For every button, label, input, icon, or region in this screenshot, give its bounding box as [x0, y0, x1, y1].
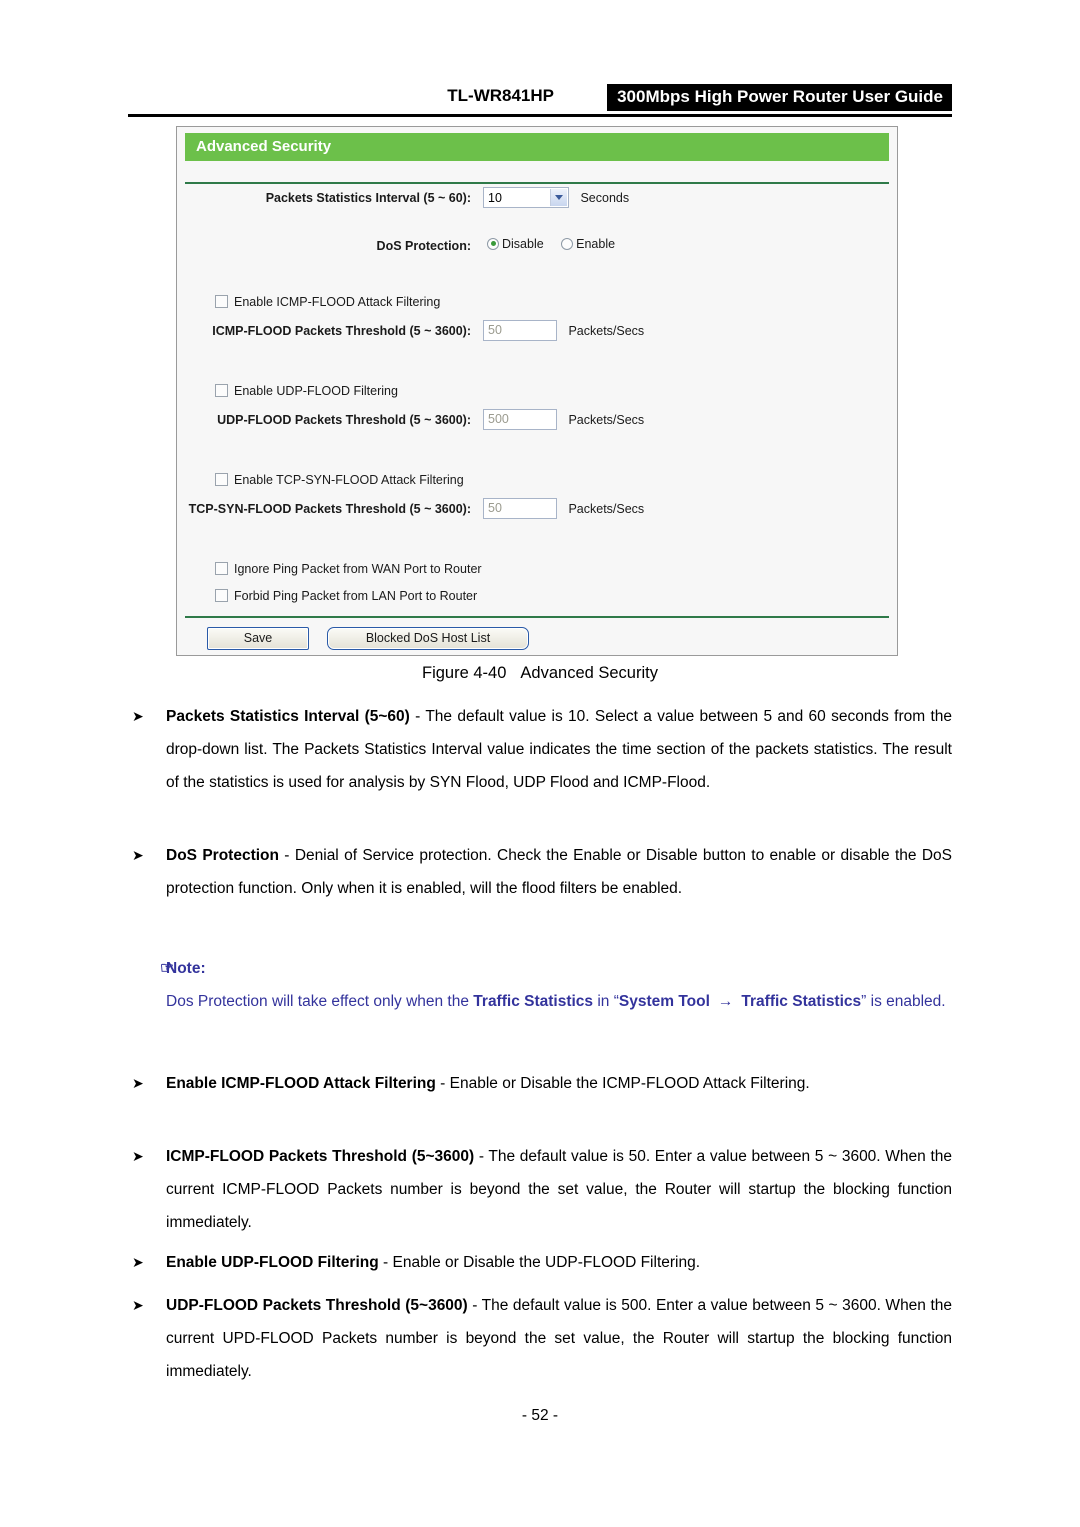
icmp-packets-secs-unit: Packets/Secs	[568, 323, 645, 338]
dos-protection-control: Disable Enable	[487, 235, 628, 253]
packets-statistics-interval-row: Packets Statistics Interval (5 ~ 60): 10…	[177, 187, 897, 235]
bullet-arrow-icon: ➤	[132, 1075, 144, 1091]
packets-statistics-interval-select[interactable]: 10	[483, 187, 569, 208]
forbid-ping-lan-label: Forbid Ping Packet from LAN Port to Rout…	[234, 589, 478, 603]
bullet-arrow-icon: ➤	[132, 708, 144, 724]
bullet-packets-statistics-interval: ➤ Packets Statistics Interval (5~60) - Th…	[128, 700, 952, 799]
icmp-flood-threshold-input[interactable]: 50	[483, 320, 557, 341]
packets-statistics-interval-label: Packets Statistics Interval (5 ~ 60):	[265, 191, 471, 205]
bullet-dash: -	[435, 1075, 450, 1092]
dos-protection-label: DoS Protection:	[376, 239, 471, 253]
tcp-syn-flood-threshold-row: TCP-SYN-FLOOD Packets Threshold (5 ~ 360…	[177, 498, 897, 540]
note-heading: ☞ Note:	[128, 952, 952, 985]
bullet-text: Enable or Disable the UDP-FLOOD Filterin…	[392, 1254, 701, 1271]
checkbox-enable-udp-flood[interactable]	[215, 384, 228, 397]
action-button-bar: Save Blocked DoS Host List	[207, 627, 529, 650]
enable-udp-flood-label: Enable UDP-FLOOD Filtering	[234, 384, 398, 398]
bullet-udp-threshold: ➤ UDP-FLOOD Packets Threshold (5~3600) - …	[128, 1289, 952, 1388]
panel-title-advanced-security: Advanced Security	[185, 133, 889, 161]
ignore-ping-wan-label: Ignore Ping Packet from WAN Port to Rout…	[234, 562, 482, 576]
header-rule	[128, 114, 952, 117]
enable-icmp-flood-label: Enable ICMP-FLOOD Attack Filtering	[234, 295, 441, 309]
tcp-syn-flood-threshold-input[interactable]: 50	[483, 498, 557, 519]
bullet-term: UDP-FLOOD Packets Threshold (5~3600)	[166, 1297, 468, 1314]
checkbox-ignore-ping-wan[interactable]	[215, 562, 228, 575]
forbid-ping-lan-row[interactable]: Forbid Ping Packet from LAN Port to Rout…	[177, 587, 897, 614]
udp-flood-threshold-row: UDP-FLOOD Packets Threshold (5 ~ 3600): …	[177, 409, 897, 451]
tcp-packets-secs-unit: Packets/Secs	[568, 501, 645, 516]
bullet-arrow-icon: ➤	[132, 847, 144, 863]
bullet-term: Enable ICMP-FLOOD Attack Filtering	[166, 1075, 436, 1092]
udp-flood-threshold-input[interactable]: 500	[483, 409, 557, 430]
note-body: Dos Protection will take effect only whe…	[128, 985, 952, 1018]
bullet-arrow-icon: ➤	[132, 1297, 144, 1313]
udp-flood-threshold-control: 500 Packets/Secs	[483, 409, 644, 430]
radio-disable[interactable]	[487, 237, 499, 250]
dos-protection-row: DoS Protection: Disable Enable	[177, 235, 897, 281]
pointing-hand-icon: ☞	[160, 960, 174, 977]
figure-title: Advanced Security	[520, 664, 658, 682]
checkbox-forbid-ping-lan[interactable]	[215, 589, 228, 602]
router-ui-screenshot: Advanced Security Packets Statistics Int…	[176, 126, 898, 656]
header-model-name: TL-WR841HP	[447, 86, 554, 105]
blocked-dos-host-list-button[interactable]: Blocked DoS Host List	[327, 627, 529, 650]
panel-bottom-divider	[185, 616, 889, 618]
seconds-unit-label: Seconds	[580, 190, 630, 205]
bullet-dos-protection: ➤ DoS Protection - Denial of Service prot…	[128, 839, 952, 905]
icmp-flood-threshold-control: 50 Packets/Secs	[483, 320, 644, 341]
enable-tcp-syn-flood-row[interactable]: Enable TCP-SYN-FLOOD Attack Filtering	[177, 471, 897, 498]
tcp-syn-flood-threshold-control: 50 Packets/Secs	[483, 498, 644, 519]
note-block: ☞ Note: Dos Protection will take effect o…	[128, 952, 952, 1018]
bullet-enable-icmp-flood: ➤ Enable ICMP-FLOOD Attack Filtering - En…	[128, 1067, 952, 1100]
note-bold-traffic-statistics-2: Traffic Statistics	[741, 993, 862, 1010]
select-value: 10	[488, 191, 502, 205]
radio-enable-label: Enable	[576, 236, 616, 251]
tcp-syn-flood-threshold-label: TCP-SYN-FLOOD Packets Threshold (5 ~ 360…	[188, 502, 471, 516]
advanced-security-form: Packets Statistics Interval (5 ~ 60): 10…	[177, 187, 897, 614]
note-arrow-icon: →	[717, 993, 734, 1010]
checkbox-enable-icmp-flood[interactable]	[215, 295, 228, 308]
enable-udp-flood-row[interactable]: Enable UDP-FLOOD Filtering	[177, 382, 897, 409]
page-number: - 52 -	[521, 1407, 559, 1424]
bullet-icmp-threshold: ➤ ICMP-FLOOD Packets Threshold (5~3600) -…	[128, 1140, 952, 1239]
header-title: 300Mbps High Power Router User Guide	[607, 84, 952, 111]
note-bold-traffic-statistics: Traffic Statistics	[473, 993, 594, 1010]
bullet-dash: -	[467, 1297, 482, 1314]
bullet-term: Enable UDP-FLOOD Filtering	[166, 1254, 379, 1271]
bullet-term: ICMP-FLOOD Packets Threshold (5~3600)	[166, 1148, 475, 1165]
figure-number: Figure 4-40	[422, 664, 507, 682]
document-header: TL-WR841HP 300Mbps High Power Router Use…	[128, 84, 952, 112]
figure-caption: Figure 4-40 Advanced Security	[0, 664, 1080, 683]
bullet-dash: -	[409, 708, 426, 725]
bullet-dash: -	[278, 847, 295, 864]
enable-tcp-syn-flood-label: Enable TCP-SYN-FLOOD Attack Filtering	[234, 473, 464, 487]
bullet-arrow-icon: ➤	[132, 1254, 144, 1270]
radio-disable-label: Disable	[502, 236, 544, 251]
chevron-down-icon[interactable]	[550, 189, 567, 206]
panel-top-divider	[185, 182, 889, 184]
packets-statistics-interval-control: 10 Seconds	[483, 187, 629, 208]
note-bold-system-tool: System Tool	[618, 993, 710, 1010]
enable-icmp-flood-row[interactable]: Enable ICMP-FLOOD Attack Filtering	[177, 293, 897, 320]
bullet-text: Enable or Disable the ICMP-FLOOD Attack …	[449, 1075, 810, 1092]
bullet-arrow-icon: ➤	[132, 1148, 144, 1164]
icmp-flood-threshold-row: ICMP-FLOOD Packets Threshold (5 ~ 3600):…	[177, 320, 897, 362]
bullet-term: Packets Statistics Interval (5~60)	[166, 708, 410, 725]
icmp-flood-threshold-label: ICMP-FLOOD Packets Threshold (5 ~ 3600):	[212, 324, 471, 338]
bullet-term: DoS Protection	[166, 847, 279, 864]
note-part1: Dos Protection will take effect only whe…	[166, 993, 474, 1010]
dos-protection-disable-option[interactable]: Disable	[487, 237, 544, 251]
bullet-dash: -	[378, 1254, 393, 1271]
note-part2: in “	[593, 993, 619, 1010]
udp-flood-threshold-label: UDP-FLOOD Packets Threshold (5 ~ 3600):	[217, 413, 471, 427]
dos-protection-enable-option[interactable]: Enable	[561, 237, 615, 251]
ignore-ping-wan-row[interactable]: Ignore Ping Packet from WAN Port to Rout…	[177, 560, 897, 587]
udp-packets-secs-unit: Packets/Secs	[568, 412, 645, 427]
bullet-enable-udp-flood: ➤ Enable UDP-FLOOD Filtering - Enable or …	[128, 1246, 952, 1279]
checkbox-enable-tcp-syn-flood[interactable]	[215, 473, 228, 486]
radio-enable[interactable]	[561, 237, 574, 250]
save-button[interactable]: Save	[207, 627, 309, 650]
bullet-dash: -	[474, 1148, 489, 1165]
note-part3: ” is enabled.	[861, 993, 946, 1010]
